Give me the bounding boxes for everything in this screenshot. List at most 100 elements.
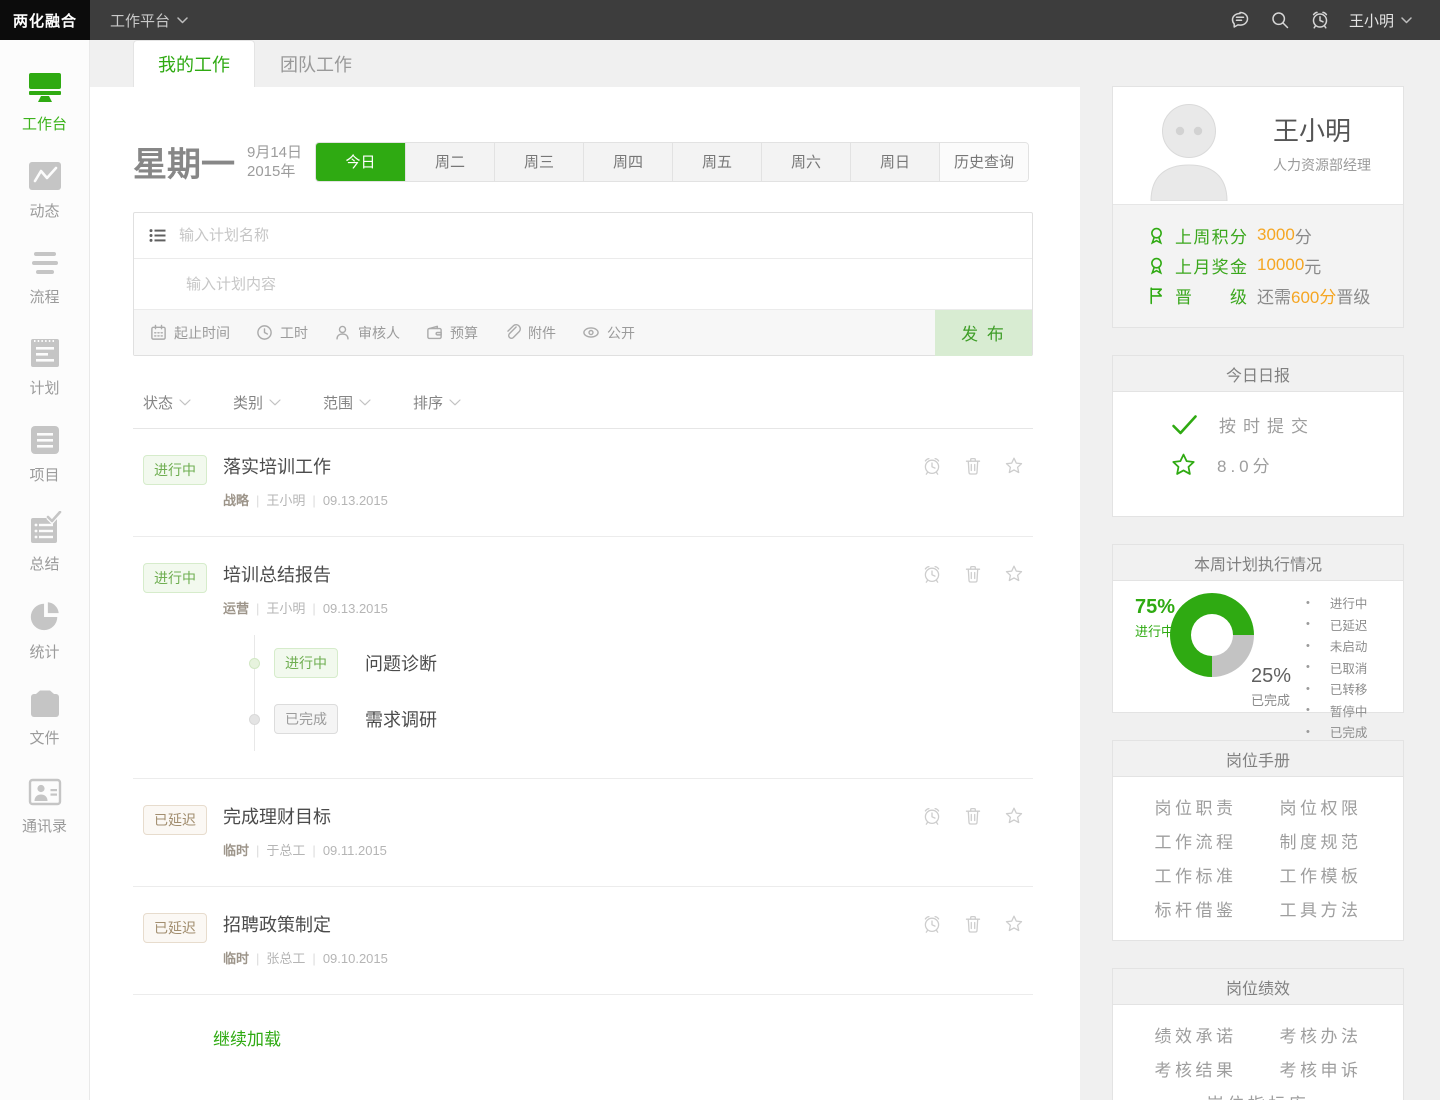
list-icon <box>148 226 167 245</box>
day-button-wed[interactable]: 周三 <box>494 143 583 181</box>
filter-scope[interactable]: 范围 <box>323 392 371 413</box>
stat-monthly-bonus: 上月奖金 10000元 <box>1147 250 1403 280</box>
message-icon[interactable] <box>1229 9 1251 31</box>
day-button-sun[interactable]: 周日 <box>850 143 939 181</box>
profile-job-title: 人力资源部经理 <box>1273 155 1371 175</box>
delete-icon[interactable] <box>962 455 984 477</box>
handbook-link[interactable]: 工作流程 <box>1133 828 1258 853</box>
day-button-sat[interactable]: 周六 <box>761 143 850 181</box>
chart-legend: 进行中 已延迟 未启动 已取消 已转移 暂停中 已完成 <box>1306 592 1367 743</box>
sidebar-item-summary[interactable]: 总结 <box>0 498 89 586</box>
task-meta: 战略|王小明|09.13.2015 <box>223 490 388 509</box>
delete-icon[interactable] <box>962 913 984 935</box>
search-icon[interactable] <box>1269 9 1291 31</box>
sidebar-item-workbench[interactable]: 工作台 <box>0 58 89 146</box>
legend-item: 进行中 <box>1306 592 1367 614</box>
plan-icon <box>28 335 62 369</box>
load-more-link[interactable]: 继续加载 <box>213 1025 281 1050</box>
delete-icon[interactable] <box>962 563 984 585</box>
plan-content-input[interactable] <box>186 276 966 293</box>
task-filters: 状态 类别 范围 排序 <box>133 392 1033 429</box>
publish-button[interactable]: 发 布 <box>935 310 1032 356</box>
remind-icon[interactable] <box>921 805 943 827</box>
week-plan-card: 本周计划执行情况 75% 进行中 25% 已完成 进行中 已延迟 未启动 已取消… <box>1112 544 1404 713</box>
reminder-icon[interactable] <box>1309 9 1331 31</box>
attachment-tool[interactable]: 附件 <box>504 323 556 343</box>
star-icon[interactable] <box>1003 563 1025 585</box>
filter-status[interactable]: 状态 <box>143 392 191 413</box>
tab-team-work[interactable]: 团队工作 <box>255 40 377 87</box>
public-tool[interactable]: 公开 <box>582 323 635 343</box>
work-tabs: 我的工作 团队工作 <box>90 40 1080 87</box>
filter-sort[interactable]: 排序 <box>413 392 461 413</box>
day-button-tue[interactable]: 周二 <box>405 143 494 181</box>
sidebar-item-activity[interactable]: 动态 <box>0 146 89 234</box>
task-title[interactable]: 培训总结报告 <box>223 561 388 587</box>
public-eye-icon <box>582 324 600 341</box>
tab-my-work[interactable]: 我的工作 <box>133 40 255 87</box>
task-row: 已延迟 完成理财目标 临时|于总工|09.11.2015 <box>133 779 1033 887</box>
day-button-today[interactable]: 今日 <box>316 143 405 181</box>
handbook-link[interactable]: 标杆借鉴 <box>1133 896 1258 921</box>
sidebar-item-plan[interactable]: 计划 <box>0 322 89 410</box>
task-title[interactable]: 落实培训工作 <box>223 453 388 479</box>
handbook-link[interactable]: 工作标准 <box>1133 862 1258 887</box>
sidebar-item-files[interactable]: 文件 <box>0 674 89 762</box>
delete-icon[interactable] <box>962 805 984 827</box>
remind-icon[interactable] <box>921 913 943 935</box>
remind-icon[interactable] <box>921 455 943 477</box>
chevron-down-icon <box>177 17 188 24</box>
performance-link[interactable]: 考核办法 <box>1258 1022 1383 1047</box>
plan-name-input[interactable] <box>179 227 959 244</box>
subtask-title[interactable]: 问题诊断 <box>365 650 437 676</box>
performance-link[interactable]: 考核结果 <box>1133 1056 1258 1081</box>
handbook-link[interactable]: 工具方法 <box>1258 896 1383 921</box>
subtask-title[interactable]: 需求调研 <box>365 706 437 732</box>
handbook-link[interactable]: 岗位职责 <box>1133 794 1258 819</box>
chevron-down-icon <box>359 399 371 406</box>
star-icon[interactable] <box>1003 913 1025 935</box>
report-submit-row: 按时提交 <box>1171 412 1403 437</box>
history-query-button[interactable]: 历史查询 <box>939 143 1028 181</box>
handbook-link[interactable]: 制度规范 <box>1258 828 1383 853</box>
subtask-row: 进行中 问题诊断 <box>255 635 1033 691</box>
legend-item: 已延迟 <box>1306 614 1367 636</box>
star-icon[interactable] <box>1003 455 1025 477</box>
remind-icon[interactable] <box>921 563 943 585</box>
work-hours-tool[interactable]: 工时 <box>256 323 308 343</box>
sidebar-item-process[interactable]: 流程 <box>0 234 89 322</box>
reviewer-tool[interactable]: 审核人 <box>334 323 400 343</box>
chevron-down-icon <box>269 399 281 406</box>
date-range-tool[interactable]: 起止时间 <box>150 323 230 343</box>
performance-link[interactable]: 绩效承诺 <box>1133 1022 1258 1047</box>
sidebar-item-label: 文件 <box>29 727 59 748</box>
flag-icon <box>1147 286 1166 305</box>
day-button-fri[interactable]: 周五 <box>672 143 761 181</box>
star-icon[interactable] <box>1003 805 1025 827</box>
filter-category[interactable]: 类别 <box>233 392 281 413</box>
handbook-link[interactable]: 岗位权限 <box>1258 794 1383 819</box>
chevron-down-icon <box>179 399 191 406</box>
performance-link[interactable]: 考核申诉 <box>1258 1056 1383 1081</box>
weekday-title: 星期一 <box>133 137 235 186</box>
handbook-link[interactable]: 工作模板 <box>1258 862 1383 887</box>
sidebar-item-contacts[interactable]: 通讯录 <box>0 762 89 850</box>
avatar <box>1143 101 1239 201</box>
task-title[interactable]: 完成理财目标 <box>223 803 387 829</box>
hours-clock-icon <box>256 324 273 341</box>
timeline-dot <box>249 714 260 725</box>
user-menu[interactable]: 王小明 <box>1349 10 1412 31</box>
performance-link[interactable]: 岗位指标库 <box>1133 1090 1383 1100</box>
budget-tool[interactable]: 预算 <box>426 323 478 343</box>
task-title[interactable]: 招聘政策制定 <box>223 911 388 937</box>
summary-icon <box>27 511 63 545</box>
topbar: 两化融合 工作平台 王小明 <box>0 0 1440 40</box>
sidebar-item-statistics[interactable]: 统计 <box>0 586 89 674</box>
files-icon <box>27 689 63 719</box>
sidebar-item-project[interactable]: 项目 <box>0 410 89 498</box>
day-button-thu[interactable]: 周四 <box>583 143 672 181</box>
task-list: 进行中 落实培训工作 战略|王小明|09.13.2015 <box>133 429 1033 995</box>
card-title: 岗位绩效 <box>1113 969 1403 1005</box>
app-switcher[interactable]: 工作平台 <box>110 10 188 31</box>
sidebar-item-label: 项目 <box>29 464 59 485</box>
